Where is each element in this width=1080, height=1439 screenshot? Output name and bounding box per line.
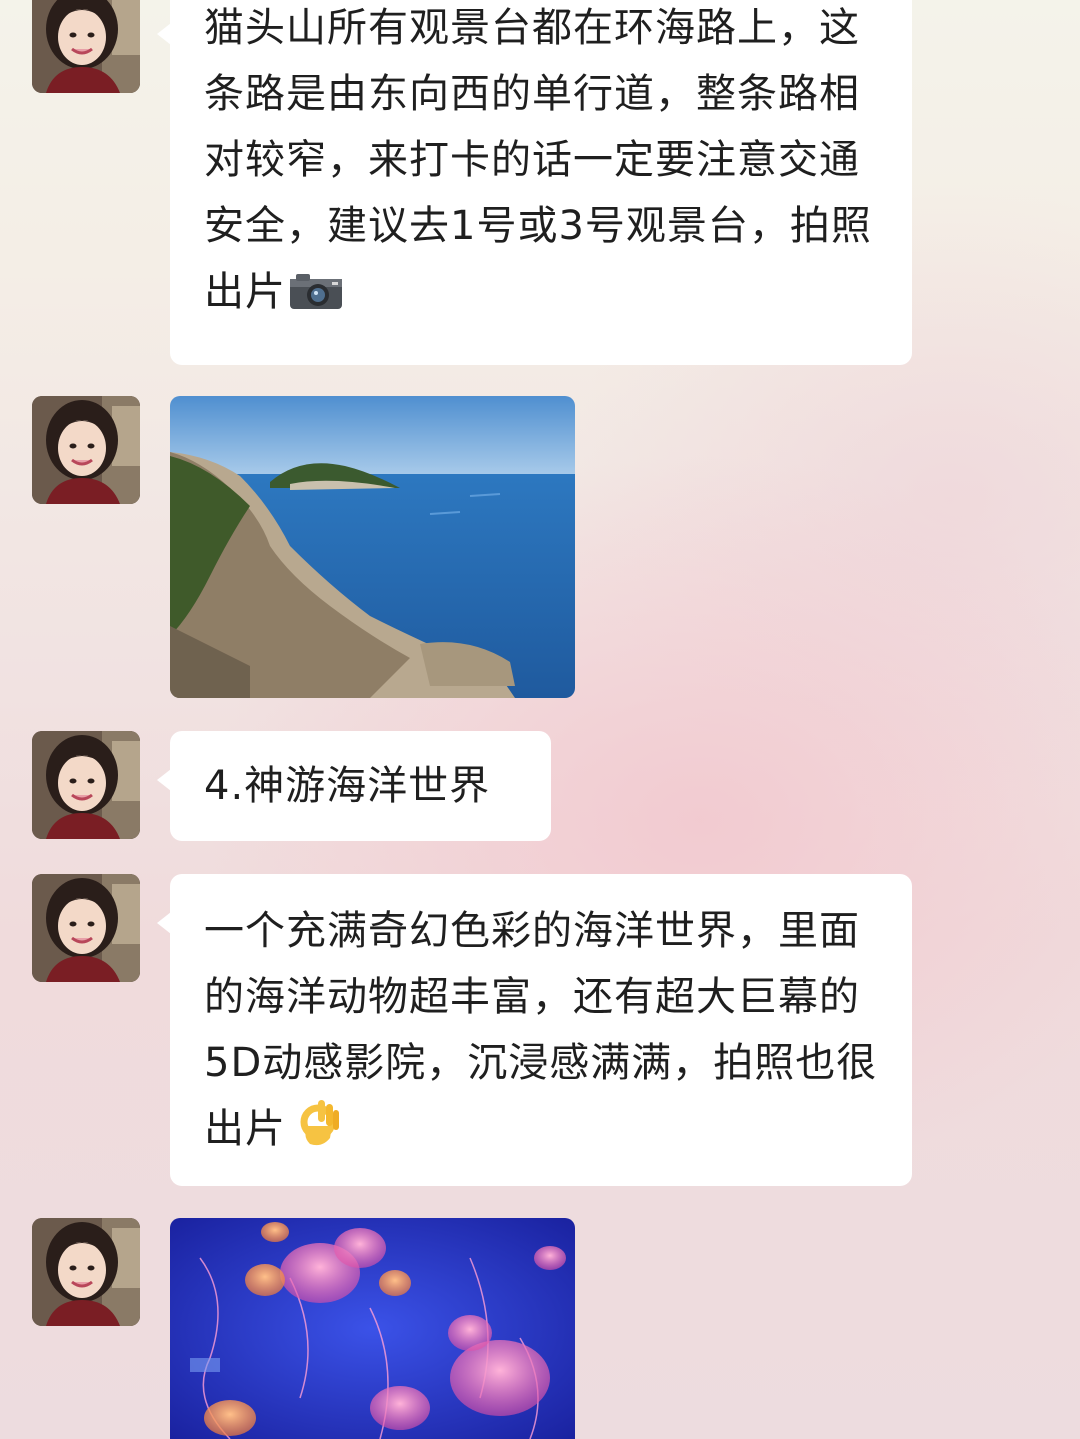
- camera-icon: [288, 265, 344, 331]
- ok-hand-icon: [288, 1096, 340, 1168]
- jellyfish-photo[interactable]: [170, 1218, 575, 1439]
- avatar[interactable]: [32, 0, 140, 93]
- message-bubble[interactable]: 4.神游海洋世界: [157, 731, 551, 841]
- coastal-photo[interactable]: [170, 396, 575, 698]
- message-bubble[interactable]: 猫头山所有观景台都在环海路上，这条路是由东向西的单行道，整条路相对较窄，来打卡的…: [157, 0, 912, 365]
- avatar[interactable]: [32, 396, 140, 504]
- message-text: 4.神游海洋世界: [204, 763, 491, 809]
- avatar[interactable]: [32, 731, 140, 839]
- avatar[interactable]: [32, 874, 140, 982]
- avatar[interactable]: [32, 1218, 140, 1326]
- message-bubble[interactable]: 一个充满奇幻色彩的海洋世界，里面的海洋动物超丰富，还有超大巨幕的5D动感影院，沉…: [157, 874, 912, 1186]
- chat-thread: 猫头山所有观景台都在环海路上，这条路是由东向西的单行道，整条路相对较窄，来打卡的…: [0, 0, 1080, 1439]
